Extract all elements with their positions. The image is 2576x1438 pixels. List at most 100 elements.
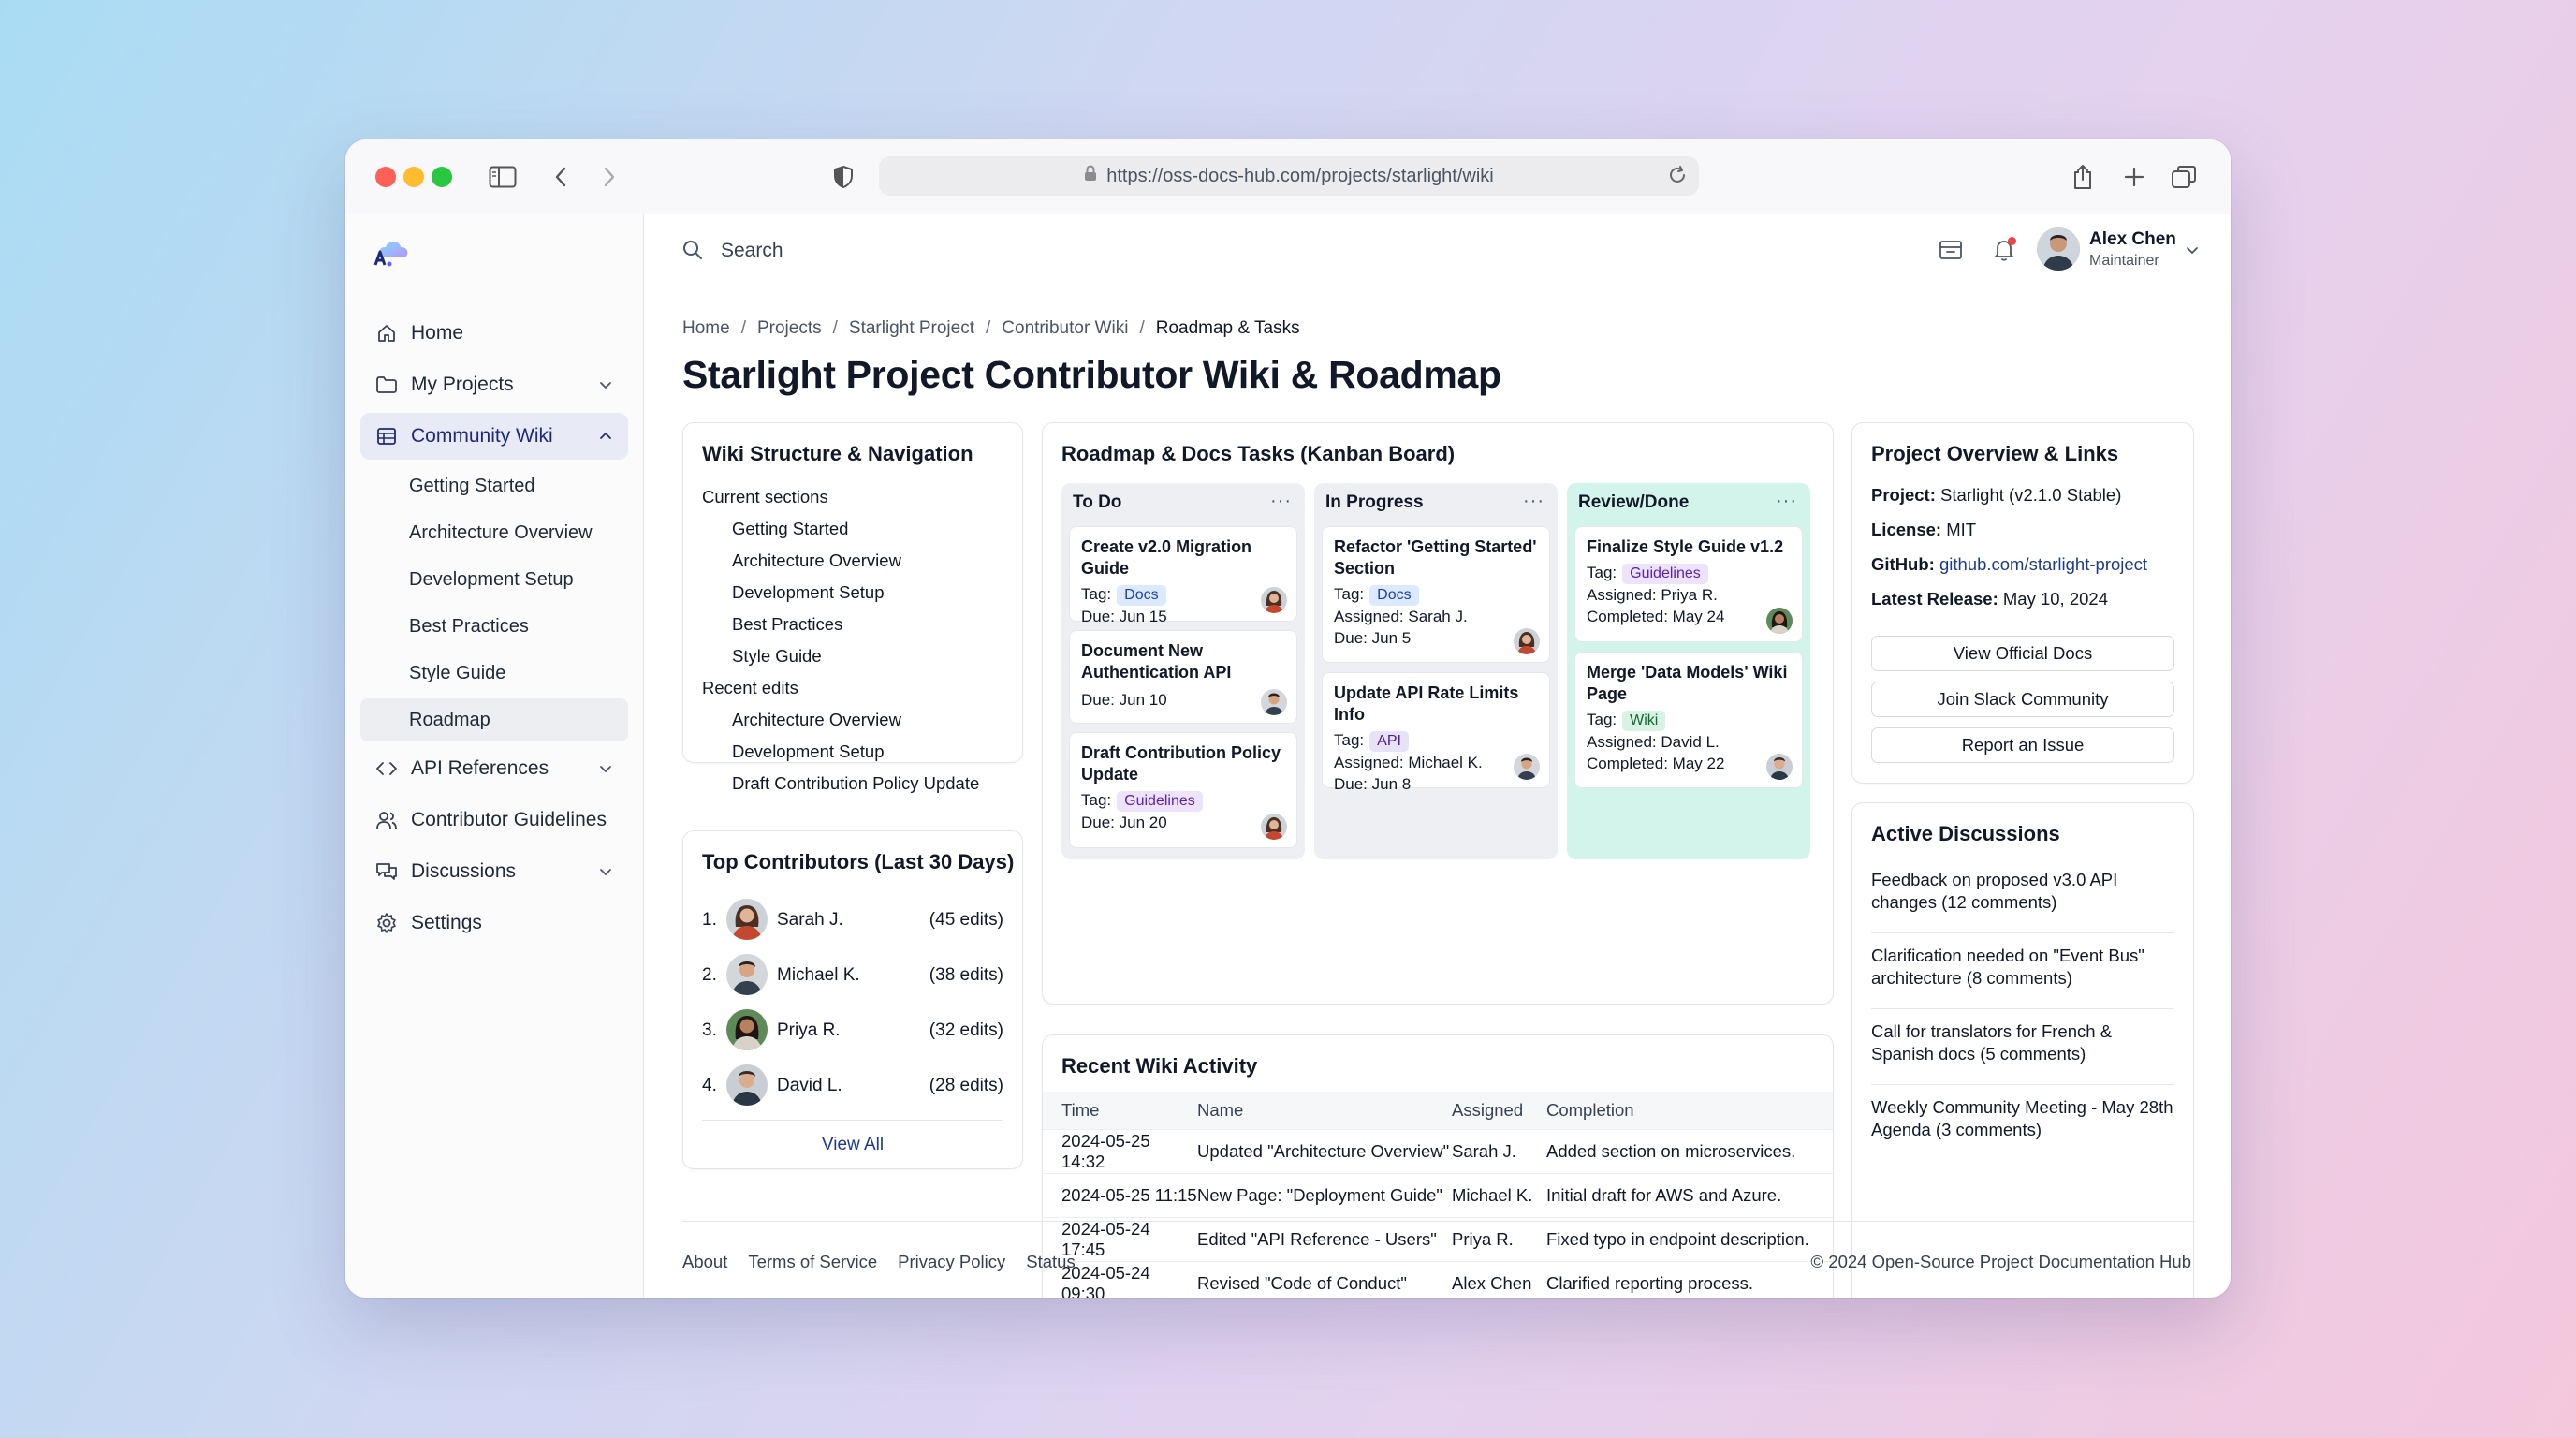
contributor-row[interactable]: 2. Michael K. (38 edits) (702, 948, 1003, 1003)
discussion-item[interactable]: Clarification needed on "Event Bus" arch… (1871, 945, 2174, 990)
footer-link-privacy[interactable]: Privacy Policy (898, 1252, 1005, 1272)
minimize-window-button[interactable] (403, 167, 424, 187)
page-title: Starlight Project Contributor Wiki & Roa… (682, 353, 1501, 396)
column-header-completion[interactable]: Completion (1546, 1092, 1833, 1130)
inbox-icon[interactable] (1936, 235, 1966, 265)
chevron-down-icon[interactable] (2185, 242, 2200, 262)
kanban-card[interactable]: Update API Rate Limits Info Tag: API Assi… (1322, 672, 1550, 793)
more-options-icon[interactable]: ··· (1776, 491, 1797, 512)
breadcrumb-projects[interactable]: Projects (757, 318, 822, 339)
sidebar-subitem-development-setup[interactable]: Development Setup (360, 558, 628, 601)
sidebar-toggle-icon[interactable] (486, 160, 520, 194)
discussion-item[interactable]: Weekly Community Meeting - May 28th Agen… (1871, 1096, 2174, 1141)
tag-badge: Guidelines (1622, 564, 1708, 584)
github-info: GitHub: github.com/starlight-project (1871, 554, 2148, 574)
kanban-card[interactable]: Finalize Style Guide v1.2 Tag: Guidelines… (1574, 526, 1803, 642)
join-slack-community-button[interactable]: Join Slack Community (1871, 682, 2174, 717)
kanban-column-review-done: Review/Done ··· Finalize Style Guide v1.… (1567, 483, 1810, 859)
tag-badge: Guidelines (1117, 791, 1203, 812)
close-window-button[interactable] (375, 167, 396, 187)
tab-overview-icon[interactable] (2167, 160, 2201, 194)
sidebar-subitem-style-guide[interactable]: Style Guide (360, 652, 628, 695)
current-sections-label: Current sections (702, 487, 828, 506)
wiki-link-getting-started[interactable]: Getting Started (702, 513, 1011, 545)
sidebar-item-label: Settings (411, 912, 482, 933)
maximize-window-button[interactable] (432, 167, 452, 187)
sidebar-item-home[interactable]: Home (360, 310, 628, 357)
sidebar-item-contributor-guidelines[interactable]: Contributor Guidelines (360, 797, 628, 844)
wiki-link-development-setup[interactable]: Development Setup (702, 577, 1011, 609)
more-options-icon[interactable]: ··· (1523, 491, 1544, 512)
contributor-row[interactable]: 4. David L. (28 edits) (702, 1059, 1003, 1113)
breadcrumb-starlight-project[interactable]: Starlight Project (849, 318, 974, 339)
tag-badge: Wiki (1622, 711, 1666, 731)
app-logo[interactable] (372, 237, 413, 271)
reload-icon[interactable] (1667, 165, 1688, 191)
wiki-structure-card: Wiki Structure & Navigation Current sect… (682, 422, 1023, 793)
wiki-link-best-practices[interactable]: Best Practices (702, 609, 1011, 640)
more-options-icon[interactable]: ··· (1270, 491, 1292, 512)
footer-link-status[interactable]: Status (1026, 1252, 1075, 1272)
sidebar-item-api-references[interactable]: API References (360, 745, 628, 792)
column-header-assigned[interactable]: Assigned (1452, 1092, 1546, 1130)
search-input[interactable] (719, 233, 1284, 269)
sidebar-subitem-roadmap[interactable]: Roadmap (360, 698, 628, 741)
column-title: Review/Done (1578, 492, 1690, 512)
table-row[interactable]: 2024-05-24 09:30 Revised "Code of Conduct… (1043, 1261, 1833, 1298)
recent-edit-development-setup[interactable]: Development Setup (702, 736, 1011, 768)
sidebar-item-discussions[interactable]: Discussions (360, 848, 628, 895)
forward-icon[interactable] (593, 160, 626, 194)
discussion-item[interactable]: Call for translators for French & Spanis… (1871, 1020, 2174, 1065)
sidebar-subitem-getting-started[interactable]: Getting Started (360, 464, 628, 507)
kanban-card[interactable]: Document New Authentication API Due: Jun… (1069, 630, 1297, 724)
project-info: Project: Starlight (v2.1.0 Stable) (1871, 485, 2122, 505)
avatar (1261, 689, 1287, 715)
chevron-up-icon[interactable] (598, 427, 613, 449)
discussion-item[interactable]: Feedback on proposed v3.0 API changes (1… (1871, 869, 2174, 914)
column-header-name[interactable]: Name (1197, 1092, 1452, 1130)
kanban-card[interactable]: Merge 'Data Models' Wiki Page Tag: Wiki A… (1574, 652, 1803, 788)
users-icon (375, 809, 398, 831)
avatar (1514, 628, 1540, 654)
new-tab-icon[interactable] (2117, 160, 2151, 194)
recent-edit-architecture-overview[interactable]: Architecture Overview (702, 704, 1011, 736)
wiki-link-style-guide[interactable]: Style Guide (702, 640, 1011, 672)
contributor-row[interactable]: 1. Sarah J. (45 edits) (702, 893, 1003, 947)
user-menu[interactable]: Alex Chen Maintainer (2037, 226, 2215, 274)
browser-window: https://oss-docs-hub.com/projects/starli… (345, 139, 2231, 1298)
breadcrumb-home[interactable]: Home (682, 318, 730, 339)
view-all-link[interactable]: View All (683, 1135, 1022, 1155)
report-an-issue-button[interactable]: Report an Issue (1871, 727, 2174, 763)
kanban-card[interactable]: Create v2.0 Migration Guide Tag: Docs Due… (1069, 526, 1297, 625)
footer-link-terms[interactable]: Terms of Service (748, 1252, 877, 1272)
share-icon[interactable] (2066, 160, 2100, 194)
chevron-down-icon[interactable] (598, 862, 613, 885)
kanban-card[interactable]: Draft Contribution Policy Update Tag: Gui… (1069, 732, 1297, 848)
back-icon[interactable] (544, 160, 578, 194)
sidebar-subitem-architecture-overview[interactable]: Architecture Overview (360, 511, 628, 554)
kanban-card[interactable]: Refactor 'Getting Started' Section Tag: D… (1322, 526, 1550, 663)
folder-icon (375, 374, 398, 396)
sidebar-subitem-best-practices[interactable]: Best Practices (360, 605, 628, 648)
footer-link-about[interactable]: About (682, 1252, 727, 1272)
view-official-docs-button[interactable]: View Official Docs (1871, 636, 2174, 671)
sidebar-item-my-projects[interactable]: My Projects (360, 361, 628, 408)
chevron-down-icon[interactable] (598, 759, 613, 782)
column-header-time[interactable]: Time (1043, 1092, 1197, 1130)
wiki-link-architecture-overview[interactable]: Architecture Overview (702, 545, 1011, 577)
chevron-down-icon[interactable] (598, 375, 613, 398)
contributor-row[interactable]: 3. Priya R. (32 edits) (702, 1004, 1003, 1058)
avatar (1261, 814, 1287, 840)
sidebar-item-community-wiki[interactable]: Community Wiki (360, 413, 628, 460)
recent-edit-contribution-policy[interactable]: Draft Contribution Policy Update (702, 768, 1011, 800)
table-row[interactable]: 2024-05-25 14:32 Updated "Architecture Ov… (1043, 1129, 1833, 1174)
breadcrumb-contributor-wiki[interactable]: Contributor Wiki (1002, 318, 1128, 339)
table-row[interactable]: 2024-05-24 17:45 Edited "API Reference - … (1043, 1217, 1833, 1262)
privacy-shield-icon[interactable] (827, 160, 860, 194)
sidebar-item-settings[interactable]: Settings (360, 900, 628, 946)
address-bar[interactable]: https://oss-docs-hub.com/projects/starli… (879, 156, 1699, 196)
sidebar-item-label: Home (411, 322, 464, 344)
bell-icon[interactable] (1989, 235, 2019, 265)
github-link[interactable]: github.com/starlight-project (1939, 554, 2147, 574)
table-row[interactable]: 2024-05-25 11:15 New Page: "Deployment Gu… (1043, 1173, 1833, 1218)
